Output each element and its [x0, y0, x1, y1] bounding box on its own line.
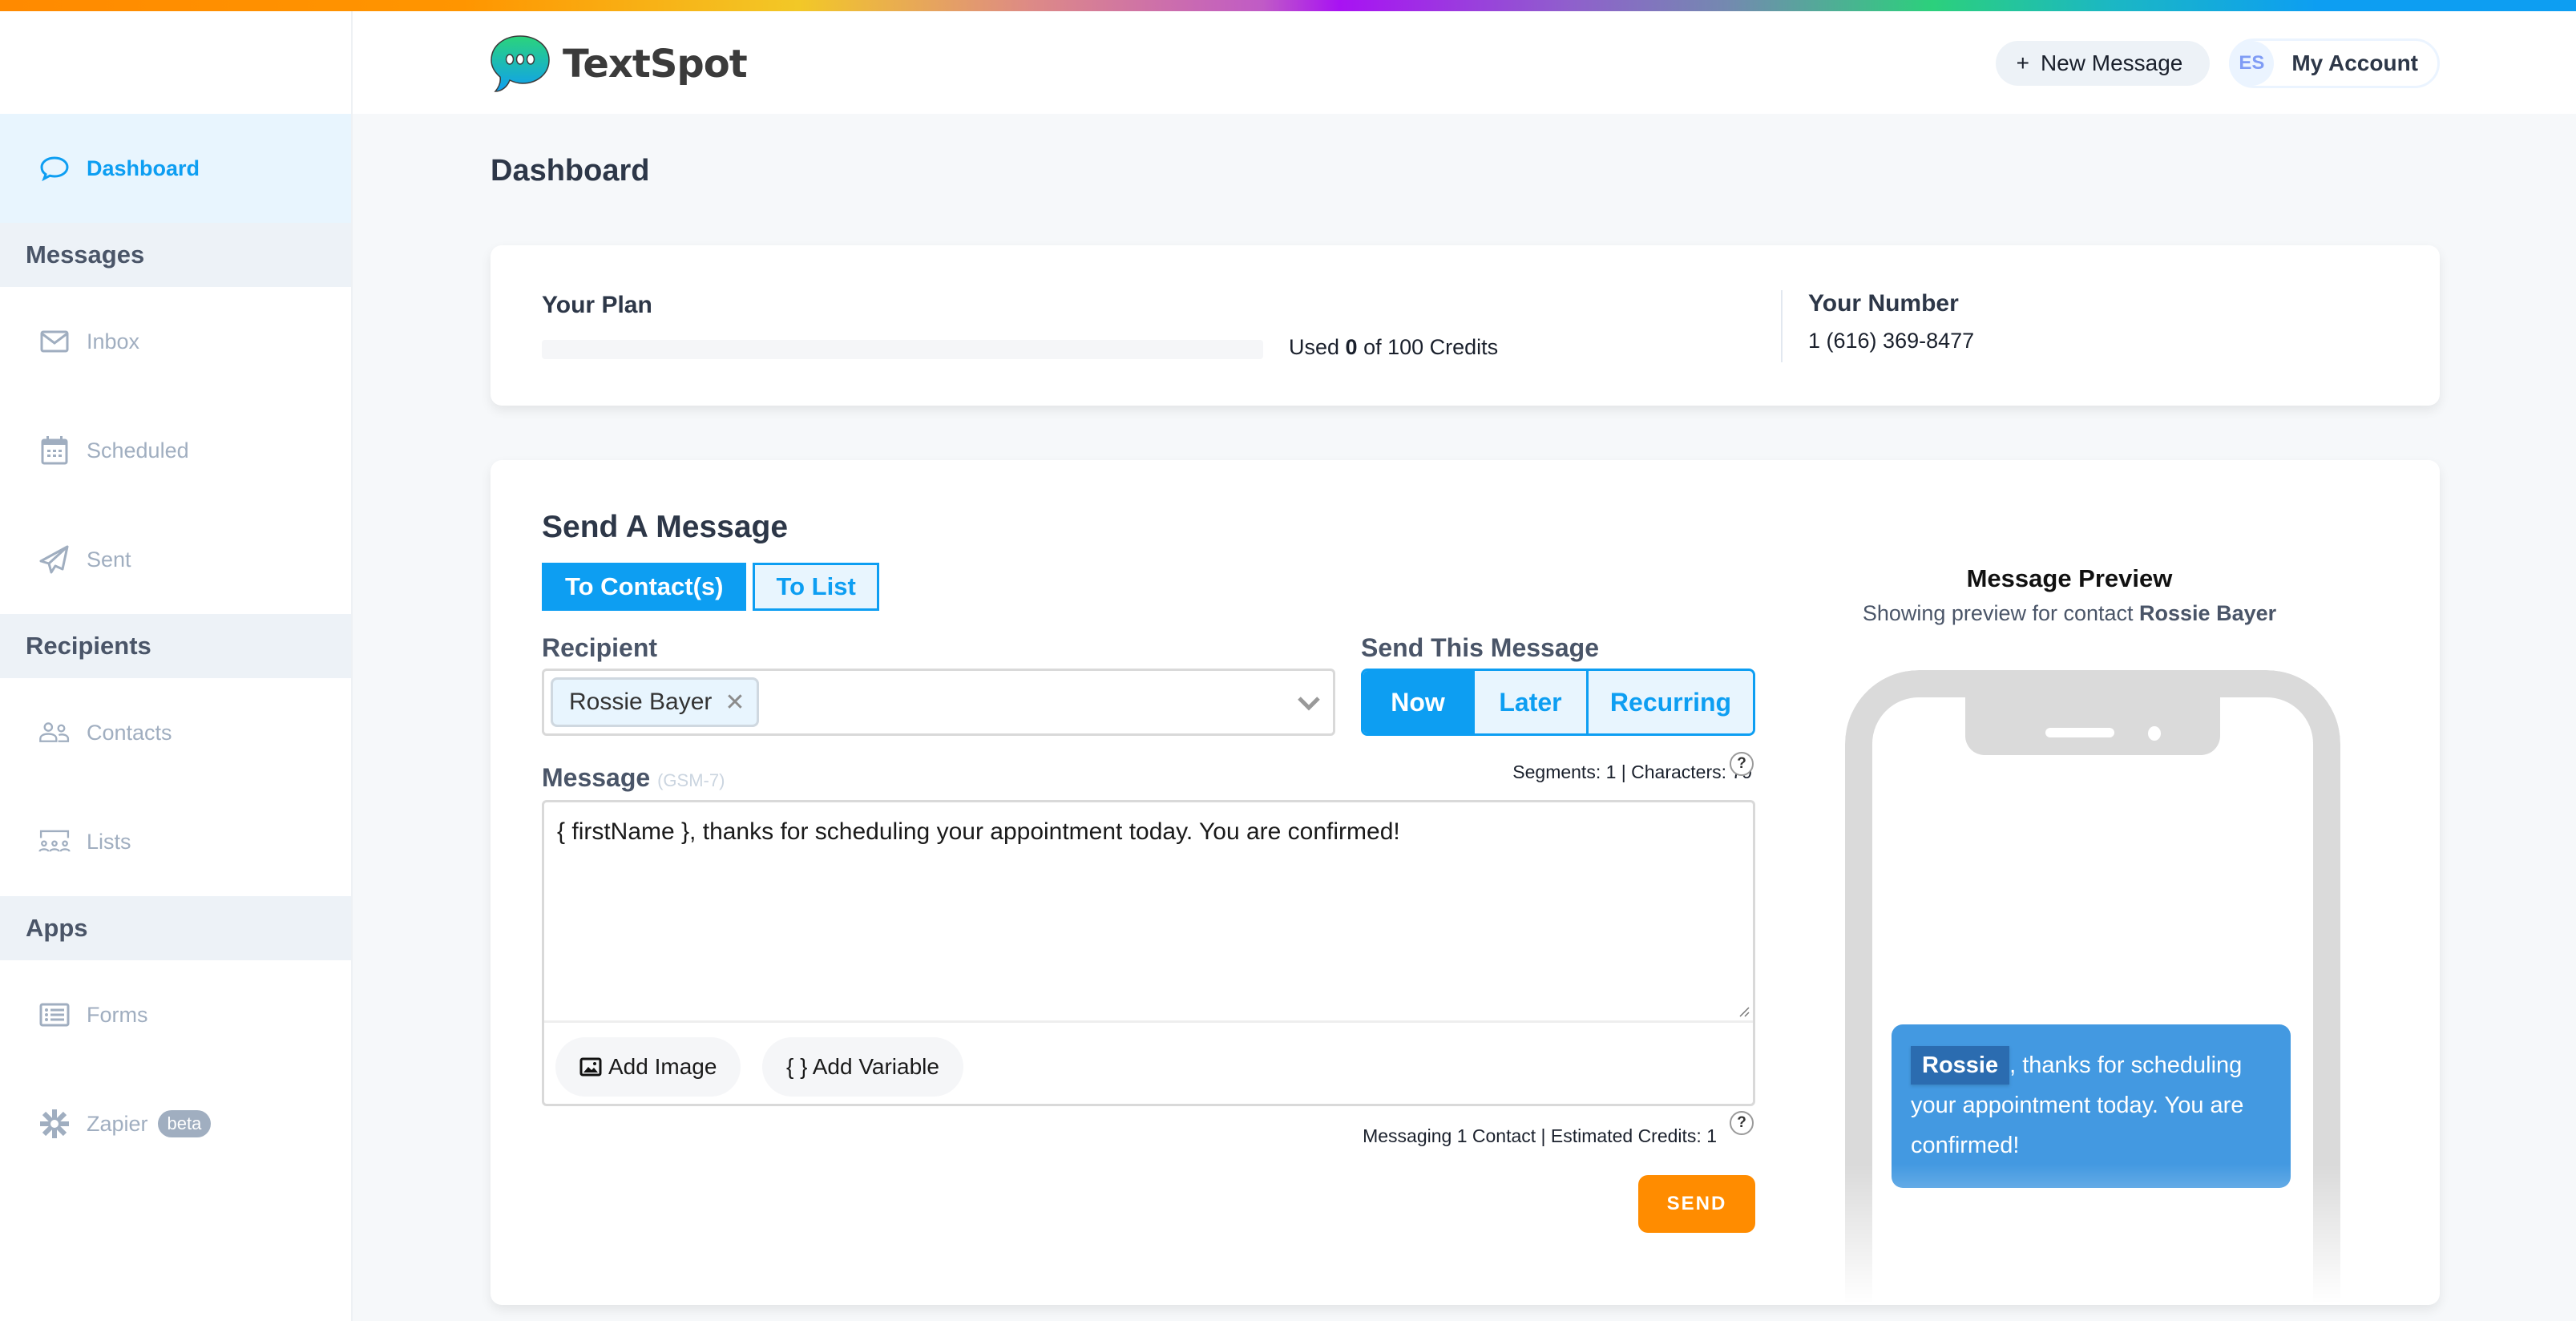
preview-variable-chip: Rossie	[1911, 1046, 2010, 1085]
preview-subtitle: Showing preview for contact Rossie Bayer	[1845, 601, 2294, 626]
sidebar-section-recipients: Recipients	[0, 614, 351, 678]
recipient-chip: Rossie Bayer ✕	[551, 677, 759, 727]
page-title: Dashboard	[491, 154, 650, 188]
sidebar-item-forms[interactable]: Forms	[0, 960, 351, 1069]
sidebar-section-apps: Apps	[0, 896, 351, 960]
sidebar-item-label: Forms	[87, 1002, 148, 1027]
preview-title: Message Preview	[1966, 564, 2173, 592]
group-list-icon	[38, 830, 71, 852]
list-icon	[39, 1003, 70, 1027]
header-actions: + New Message ES My Account	[1995, 38, 2440, 88]
beta-badge: beta	[157, 1110, 212, 1137]
sidebar-item-zapier[interactable]: Zapier beta	[0, 1069, 351, 1178]
credits-prefix: Used	[1289, 335, 1346, 359]
sidebar-item-label: Inbox	[87, 329, 140, 353]
message-textarea[interactable]	[544, 802, 1753, 1020]
preview-subtitle-prefix: Showing preview for contact	[1862, 601, 2140, 625]
chat-bubble-icon	[40, 156, 69, 182]
sidebar-item-label: Scheduled	[87, 438, 189, 463]
sidebar-item-label: Lists	[87, 829, 131, 854]
sidebar-item-dashboard[interactable]: Dashboard	[0, 114, 351, 223]
phone-mockup: Rossie, thanks for scheduling your appoi…	[1845, 670, 2340, 1303]
new-message-button[interactable]: + New Message	[1995, 41, 2211, 86]
schedule-now-button[interactable]: Now	[1363, 671, 1472, 733]
tab-to-list[interactable]: To List	[753, 563, 879, 611]
chevron-down-icon[interactable]	[1293, 687, 1325, 719]
users-icon	[39, 722, 70, 742]
counter-help-icon[interactable]: ?	[1730, 752, 1754, 776]
sidebar-item-scheduled[interactable]: Scheduled	[0, 396, 351, 505]
app-logo[interactable]: TextSpot	[489, 34, 748, 95]
preview-message-bubble: Rossie, thanks for scheduling your appoi…	[1892, 1024, 2291, 1188]
sidebar-item-label: Sent	[87, 547, 131, 572]
estimated-credits-text: Messaging 1 Contact | Estimated Credits:…	[1363, 1125, 1717, 1146]
message-label: Message (GSM-7)	[542, 763, 725, 793]
preview-contact-name: Rossie Bayer	[2139, 601, 2277, 625]
phone-speaker	[2045, 728, 2114, 737]
sidebar-item-contacts[interactable]: Contacts	[0, 678, 351, 787]
composer-toolbar: Add Image { } Add Variable	[544, 1020, 1753, 1104]
sidebar-section-messages: Messages	[0, 223, 351, 287]
recipient-chip-label: Rossie Bayer	[569, 689, 713, 715]
textspot-logo-icon	[491, 35, 550, 92]
tab-to-contacts[interactable]: To Contact(s)	[542, 563, 747, 611]
recipient-label: Recipient	[542, 633, 658, 662]
recipient-select[interactable]: Rossie Bayer ✕	[542, 669, 1335, 736]
brand-gradient-bar	[0, 0, 2576, 11]
asterisk-icon	[40, 1109, 69, 1138]
paper-plane-icon	[39, 545, 69, 574]
send-timing-toggle: Now Later Recurring	[1361, 669, 1755, 736]
schedule-recurring-button[interactable]: Recurring	[1586, 671, 1753, 733]
credits-used-value: 0	[1345, 335, 1358, 359]
phone-notch	[1965, 696, 2220, 755]
add-variable-button[interactable]: { } Add Variable	[762, 1037, 963, 1097]
send-message-card: Send A Message To Contact(s) To List Rec…	[491, 460, 2440, 1305]
credits-progress-bar	[542, 340, 1263, 359]
segment-character-counter: Segments: 1 | Characters: 79	[1512, 761, 1752, 782]
sidebar: Dashboard Messages Inbox Scheduled Sent …	[0, 114, 353, 1321]
your-number-value: 1 (616) 369-8477	[1808, 329, 1975, 353]
message-label-text: Message	[542, 763, 651, 792]
phone-camera	[2148, 726, 2161, 741]
sidebar-item-lists[interactable]: Lists	[0, 787, 351, 896]
my-account-button[interactable]: ES My Account	[2229, 38, 2440, 88]
sidebar-item-label: Dashboard	[87, 156, 200, 180]
envelope-icon	[40, 330, 69, 353]
schedule-label: Send This Message	[1361, 633, 1599, 662]
message-composer: Add Image { } Add Variable	[542, 800, 1755, 1106]
image-icon	[579, 1057, 602, 1077]
sidebar-item-label: Contacts	[87, 720, 172, 745]
sidebar-item-sent[interactable]: Sent	[0, 505, 351, 614]
plan-title: Your Plan	[542, 292, 652, 318]
header-sidebar-spacer	[0, 11, 353, 114]
your-number-block: Your Number 1 (616) 369-8477	[1781, 290, 1974, 362]
plus-icon: +	[2016, 50, 2029, 75]
plan-card: Your Plan Used 0 of 100 Credits Your Num…	[491, 245, 2440, 406]
encoding-label: (GSM-7)	[657, 770, 725, 790]
avatar: ES	[2229, 41, 2275, 86]
your-number-title: Your Number	[1808, 290, 1959, 317]
add-image-label: Add Image	[608, 1054, 717, 1079]
app-name: TextSpot	[563, 42, 748, 87]
add-image-button[interactable]: Add Image	[555, 1037, 741, 1097]
sidebar-item-inbox[interactable]: Inbox	[0, 287, 351, 396]
new-message-label: New Message	[2040, 50, 2183, 75]
remove-recipient-icon[interactable]: ✕	[725, 689, 745, 717]
credits-usage-text: Used 0 of 100 Credits	[1289, 335, 1498, 360]
calendar-icon	[41, 436, 68, 465]
send-message-title: Send A Message	[542, 510, 789, 544]
schedule-later-button[interactable]: Later	[1472, 671, 1586, 733]
my-account-label: My Account	[2291, 50, 2418, 75]
credits-suffix: of 100 Credits	[1357, 335, 1499, 359]
recipient-mode-tabs: To Contact(s) To List	[542, 563, 879, 611]
resize-handle-icon[interactable]	[1737, 1004, 1750, 1017]
send-button[interactable]: SEND	[1638, 1175, 1755, 1233]
app-header: TextSpot + New Message ES My Account	[0, 11, 2576, 114]
estimate-help-icon[interactable]: ?	[1730, 1111, 1754, 1135]
sidebar-item-label: Zapier	[87, 1111, 148, 1136]
add-variable-label: { } Add Variable	[786, 1054, 939, 1079]
